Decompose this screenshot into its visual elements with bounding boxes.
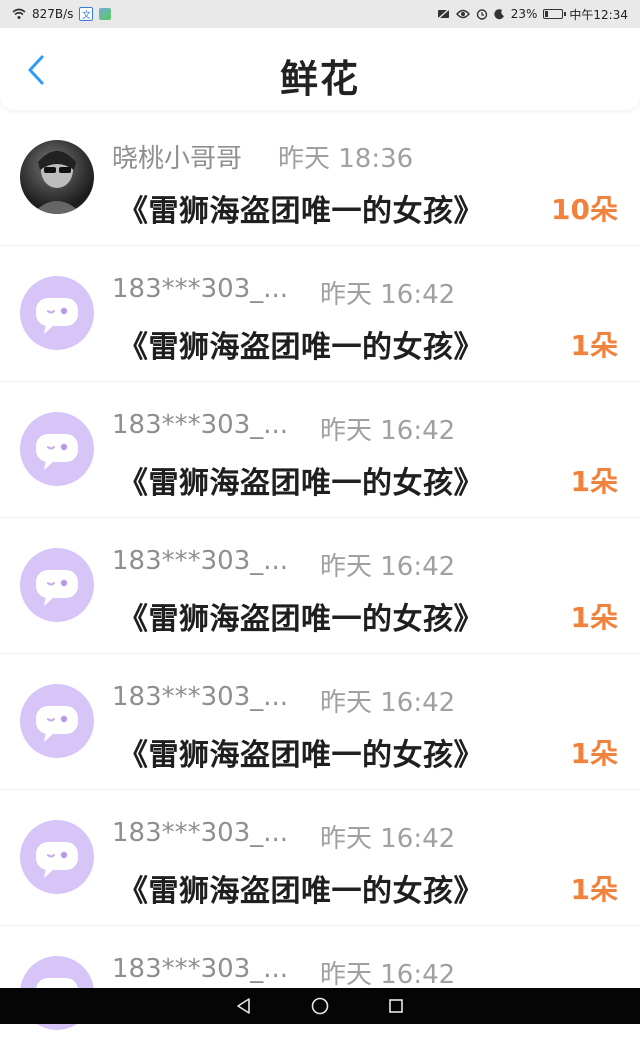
default-avatar-chat-icon: [36, 706, 78, 742]
timestamp: 昨天 16:42: [320, 416, 456, 446]
timestamp: 昨天 18:36: [278, 144, 414, 174]
default-avatar-chat-icon: [36, 298, 78, 334]
flower-count: 1朵: [570, 873, 618, 906]
book-title[interactable]: 《雷狮海盗团唯一的女孩》: [118, 322, 484, 366]
recent-square-icon: [389, 999, 403, 1013]
wifi-icon: [12, 8, 26, 20]
system-nav-bar: [0, 988, 640, 1024]
avatar[interactable]: [20, 820, 94, 894]
default-avatar-chat-icon: [36, 842, 78, 878]
book-title[interactable]: 《雷狮海盗团唯一的女孩》: [118, 594, 484, 638]
list-item[interactable]: 晓桃小哥哥 昨天 18:36 《雷狮海盗团唯一的女孩》 10朵: [0, 110, 640, 246]
default-avatar-chat-icon: [36, 434, 78, 470]
list-item[interactable]: 183***303_... 昨天 16:42 《雷狮海盗团唯一的女孩》 1朵: [0, 246, 640, 382]
book-title[interactable]: 《雷狮海盗团唯一的女孩》: [118, 730, 484, 774]
nav-back-button[interactable]: [232, 994, 256, 1018]
sender-name[interactable]: 183***303_...: [112, 954, 288, 984]
clock: 中午12:34: [569, 7, 628, 22]
home-circle-icon: [311, 997, 329, 1015]
do-not-disturb-icon: [494, 8, 505, 20]
page-title: 鲜花: [279, 57, 360, 101]
flower-count: 1朵: [570, 465, 618, 498]
status-left: 827B/s 文: [12, 7, 112, 21]
nav-recent-button[interactable]: [384, 994, 408, 1018]
app-header: 鲜花: [0, 28, 640, 110]
battery-percent: 23%: [510, 7, 538, 21]
timestamp: 昨天 16:42: [320, 552, 456, 582]
network-speed: 827B/s: [32, 7, 74, 21]
battery-icon: [543, 9, 567, 19]
avatar[interactable]: [20, 412, 94, 486]
list-item[interactable]: 183***303_... 昨天 16:42 《雷狮海盗团唯一的女孩》 1朵: [0, 654, 640, 790]
timestamp: 昨天 16:42: [320, 280, 456, 310]
eye-icon: [455, 9, 470, 19]
status-right: 23% 中午12:34: [437, 6, 628, 23]
default-avatar-chat-icon: [36, 570, 78, 606]
sender-name[interactable]: 183***303_...: [112, 546, 288, 576]
list-item[interactable]: 183***303_... 昨天 16:42 《雷狮海盗团唯一的女孩》 1朵: [0, 790, 640, 926]
avatar[interactable]: [20, 276, 94, 350]
alarm-icon: [476, 8, 488, 20]
timestamp: 昨天 16:42: [320, 960, 456, 990]
flower-list: 晓桃小哥哥 昨天 18:36 《雷狮海盗团唯一的女孩》 10朵 183***303_..…: [0, 110, 640, 1062]
status-bar: 827B/s 文 23% 中午12:34: [0, 0, 640, 28]
sender-name[interactable]: 183***303_...: [112, 410, 288, 440]
timestamp: 昨天 16:42: [320, 688, 456, 718]
book-title[interactable]: 《雷狮海盗团唯一的女孩》: [118, 866, 484, 910]
translate-app-icon: 文: [79, 7, 94, 21]
list-item[interactable]: 183***303_... 昨天 16:42 《雷狮海盗团唯一的女孩》 1朵: [0, 382, 640, 518]
list-item[interactable]: 183***303_... 昨天 16:42 《雷狮海盗团唯一的女孩》 1朵: [0, 518, 640, 654]
flower-count: 1朵: [570, 601, 618, 634]
avatar[interactable]: [20, 684, 94, 758]
back-triangle-icon: [237, 998, 250, 1014]
nav-home-button[interactable]: [308, 994, 332, 1018]
avatar[interactable]: [20, 140, 94, 214]
book-title[interactable]: 《雷狮海盗团唯一的女孩》: [118, 186, 484, 230]
flower-count: 10朵: [551, 193, 618, 226]
flower-count: 1朵: [570, 329, 618, 362]
avatar[interactable]: [20, 548, 94, 622]
sender-name[interactable]: 183***303_...: [112, 274, 288, 304]
notification-off-icon: [437, 8, 450, 20]
sender-name[interactable]: 183***303_...: [112, 682, 288, 712]
flower-count: 1朵: [570, 737, 618, 770]
sender-name[interactable]: 183***303_...: [112, 818, 288, 848]
sender-name[interactable]: 晓桃小哥哥: [112, 138, 242, 175]
app-badge-icon: [99, 8, 112, 20]
book-title[interactable]: 《雷狮海盗团唯一的女孩》: [118, 458, 484, 502]
battery-level-fill: [545, 11, 549, 17]
timestamp: 昨天 16:42: [320, 824, 456, 854]
